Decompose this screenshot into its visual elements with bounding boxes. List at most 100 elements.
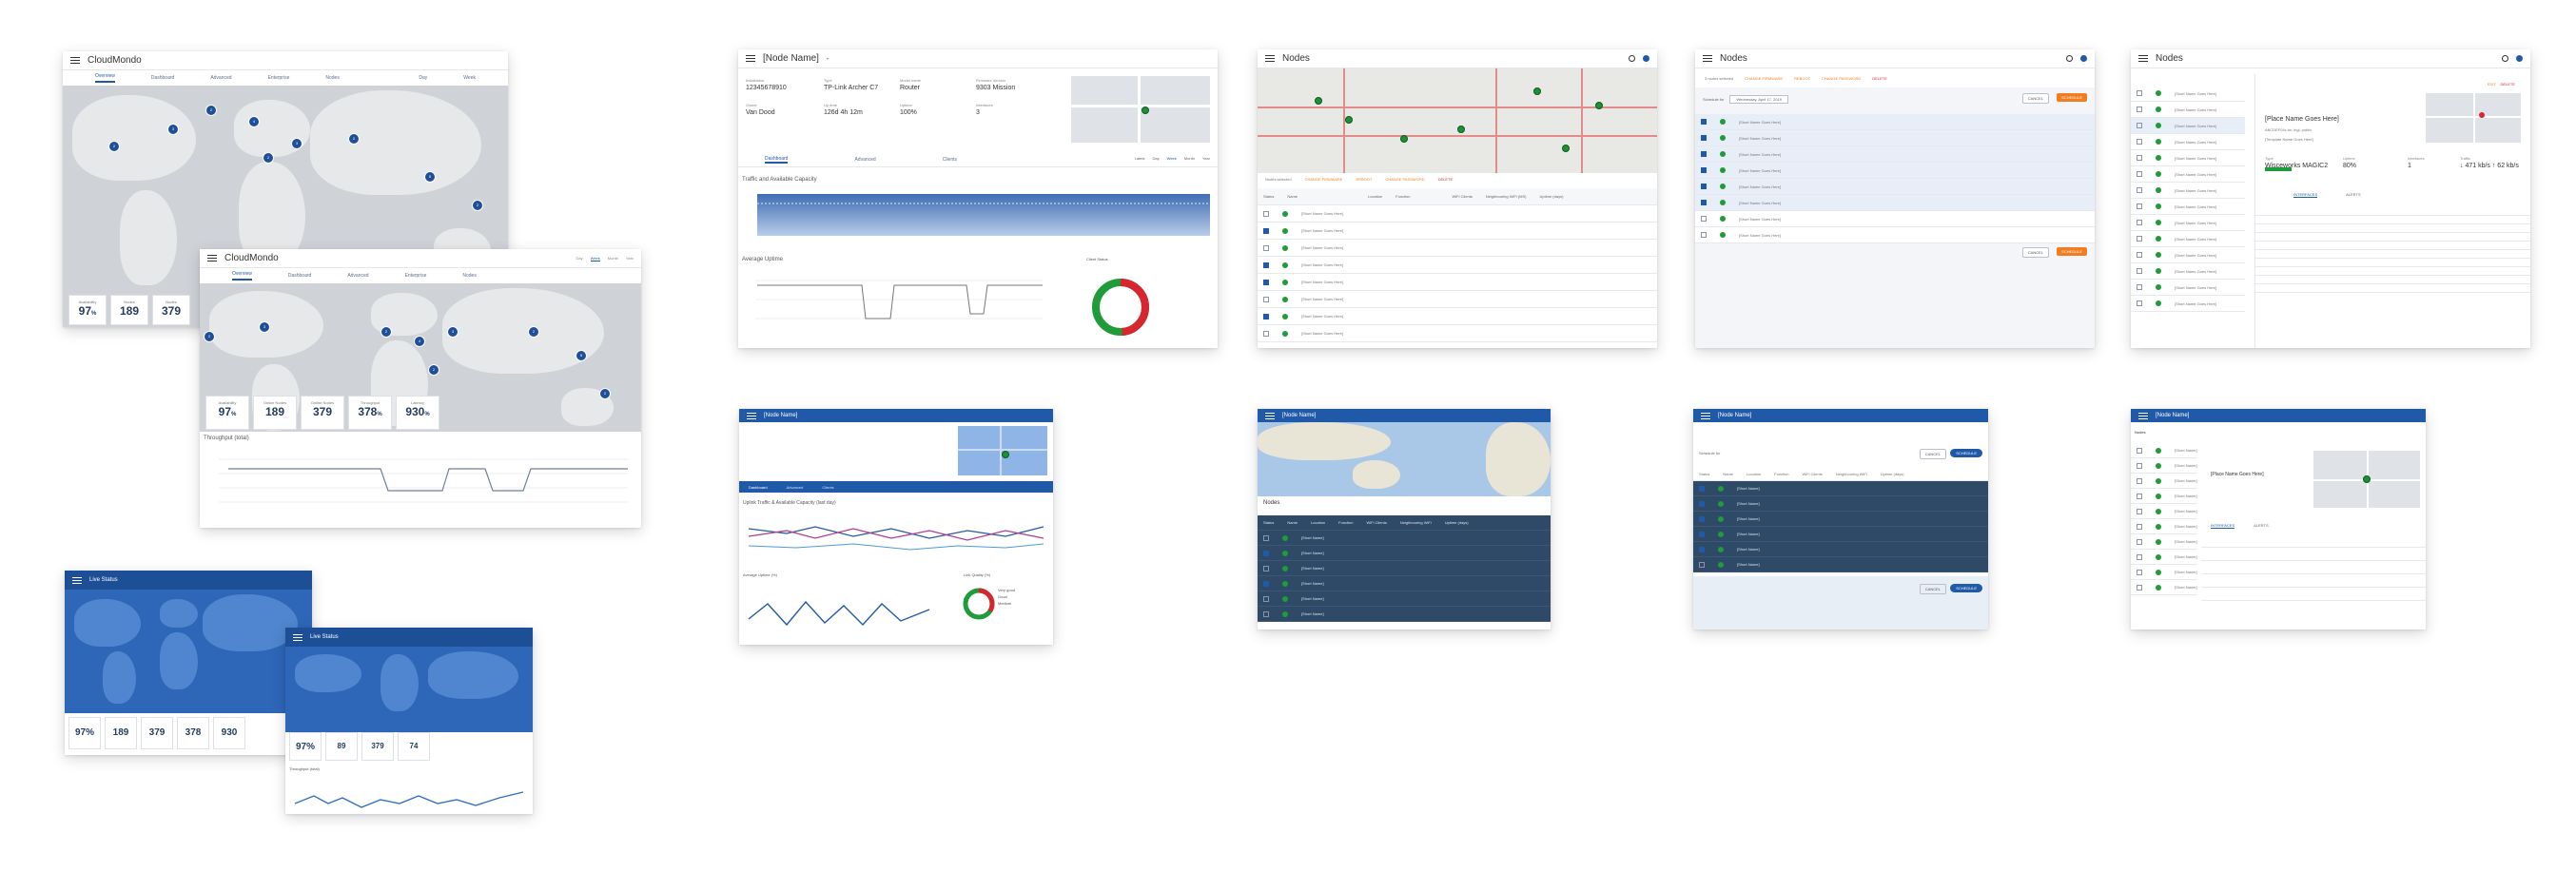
table-row[interactable]: [Short Name] (2131, 443, 2197, 458)
row-checkbox[interactable] (2137, 554, 2142, 560)
table-row[interactable]: [Short Name Goes Here] (1695, 211, 2095, 227)
row-checkbox[interactable] (2137, 524, 2142, 530)
menu-icon[interactable] (1265, 55, 1275, 62)
table-row[interactable]: [Short Name Goes Here] (1695, 146, 2095, 163)
row-checkbox[interactable] (2137, 478, 2142, 484)
table-row[interactable]: [Short Name] (2131, 534, 2197, 550)
row-checkbox[interactable] (2137, 509, 2142, 514)
row-checkbox[interactable] (1701, 151, 1707, 157)
row-checkbox[interactable] (1263, 262, 1269, 268)
change-firmware-button[interactable]: CHANGE FIRMWARE (1745, 76, 1783, 81)
node-cluster-pin[interactable]: 2 (263, 152, 274, 164)
menu-icon[interactable] (207, 255, 217, 261)
interface-row[interactable] (2201, 534, 2426, 548)
column-header[interactable]: Location (1747, 472, 1761, 476)
table-row[interactable]: [Short Name Goes Here] (1258, 205, 1657, 223)
node-cluster-pin[interactable]: 2 (205, 105, 217, 116)
node-cluster-pin[interactable]: 5 (424, 171, 436, 183)
nodes-map[interactable] (1258, 68, 1657, 173)
globe-icon[interactable] (1643, 55, 1649, 62)
tab-nodes[interactable]: Nodes (462, 273, 476, 279)
range-year[interactable]: Year (626, 256, 634, 261)
row-checkbox[interactable] (1701, 200, 1707, 205)
tab-dashboard[interactable]: Dashboard (288, 273, 311, 279)
node-map-pin[interactable] (1315, 97, 1322, 105)
column-header[interactable]: Uptime (days) (1445, 520, 1469, 525)
row-checkbox[interactable] (1701, 216, 1707, 222)
node-map-pin[interactable] (1345, 116, 1353, 124)
search-icon[interactable] (1629, 55, 1635, 62)
row-checkbox[interactable] (1701, 184, 1707, 189)
search-icon[interactable] (2066, 55, 2073, 62)
tab-clients[interactable]: Clients (943, 157, 957, 163)
row-checkbox[interactable] (2137, 171, 2142, 177)
node-cluster-pin[interactable]: 3 (259, 321, 270, 333)
node-cluster-pin[interactable]: 2 (204, 331, 215, 342)
table-row[interactable]: [Short Name Goes Here] (2131, 183, 2245, 199)
row-checkbox[interactable] (1699, 562, 1705, 568)
row-checkbox[interactable] (1263, 297, 1269, 302)
table-row[interactable]: [Short Name Goes Here] (1695, 163, 2095, 179)
globe-icon[interactable] (2516, 55, 2523, 62)
table-row[interactable]: [Short Name] (2131, 458, 2197, 474)
row-checkbox[interactable] (1263, 211, 1269, 217)
column-header[interactable]: Name (1287, 194, 1298, 199)
table-row[interactable]: [Short Name Goes Here] (2131, 86, 2245, 102)
range-week[interactable]: Week (1167, 156, 1177, 161)
interface-row[interactable] (2255, 259, 2530, 267)
table-row[interactable]: [Short Name] (1258, 576, 1551, 591)
row-checkbox[interactable] (1263, 280, 1269, 285)
interface-row[interactable] (2255, 233, 2530, 242)
row-checkbox[interactable] (1263, 331, 1269, 337)
node-cluster-pin[interactable]: 2 (348, 133, 360, 145)
menu-icon[interactable] (1703, 55, 1712, 62)
interface-row[interactable] (2255, 207, 2530, 216)
node-cluster-pin[interactable]: 2 (428, 364, 439, 376)
table-row[interactable]: [Short Name] (1693, 496, 1988, 512)
range-day[interactable]: Day (1153, 156, 1160, 161)
table-row[interactable]: [Short Name Goes Here] (1258, 223, 1657, 240)
row-checkbox[interactable] (1699, 532, 1705, 537)
menu-icon[interactable] (2138, 55, 2148, 62)
tab-advanced[interactable]: Advanced (210, 75, 231, 81)
menu-icon[interactable] (2138, 413, 2148, 419)
menu-icon[interactable] (746, 55, 755, 62)
row-checkbox[interactable] (2137, 220, 2142, 225)
globe-icon[interactable] (2080, 55, 2087, 62)
table-row[interactable]: [Short Name Goes Here] (2131, 118, 2245, 134)
table-row[interactable]: [Short Name Goes Here] (1695, 179, 2095, 195)
table-row[interactable]: [Short Name] (2131, 565, 2197, 580)
column-header[interactable]: Function (1338, 520, 1353, 525)
range-latest[interactable]: Latest (1135, 156, 1145, 161)
schedule-button[interactable]: SCHEDULE (1950, 449, 1982, 457)
tab-advanced[interactable]: Advanced (347, 273, 368, 279)
node-map-pin[interactable] (1400, 135, 1408, 143)
column-header[interactable]: WiFi Clients (1366, 520, 1386, 525)
range-day[interactable]: Day (576, 256, 583, 261)
table-row[interactable]: [Short Name Goes Here] (1258, 257, 1657, 274)
menu-icon[interactable] (1265, 413, 1275, 419)
table-row[interactable]: [Short Name] (1693, 542, 1988, 557)
table-row[interactable]: [Short Name] (1693, 512, 1988, 527)
table-row[interactable]: [Short Name Goes Here] (2131, 231, 2245, 247)
change-firmware-button[interactable]: CHANGE FIRMWARE (1305, 177, 1343, 182)
column-header[interactable]: Uptime (days) (1540, 194, 1564, 199)
node-cluster-pin[interactable]: 5 (576, 350, 587, 361)
table-row[interactable]: [Short Name Goes Here] (2131, 296, 2245, 312)
tab-interfaces[interactable]: INTERFACES (2293, 192, 2317, 198)
node-map-pin[interactable] (1562, 145, 1570, 152)
node-cluster-pin[interactable]: 2 (108, 141, 120, 152)
node-cluster-pin[interactable]: 3 (447, 326, 459, 338)
table-row[interactable]: [Short Name Goes Here] (1258, 274, 1657, 291)
tab-overview[interactable]: Overview (232, 271, 252, 281)
location-minimap[interactable] (1071, 76, 1210, 143)
node-cluster-pin[interactable]: 4 (414, 336, 425, 347)
column-header[interactable]: Function (1395, 194, 1410, 199)
world-map[interactable] (65, 590, 312, 713)
column-header[interactable]: Name (1287, 520, 1298, 525)
row-checkbox[interactable] (1263, 535, 1269, 541)
table-row[interactable]: [Short Name Goes Here] (1258, 325, 1657, 342)
node-map-pin[interactable] (1595, 102, 1603, 109)
row-checkbox[interactable] (2137, 139, 2142, 145)
column-header[interactable]: Uptime (days) (1881, 472, 1904, 476)
